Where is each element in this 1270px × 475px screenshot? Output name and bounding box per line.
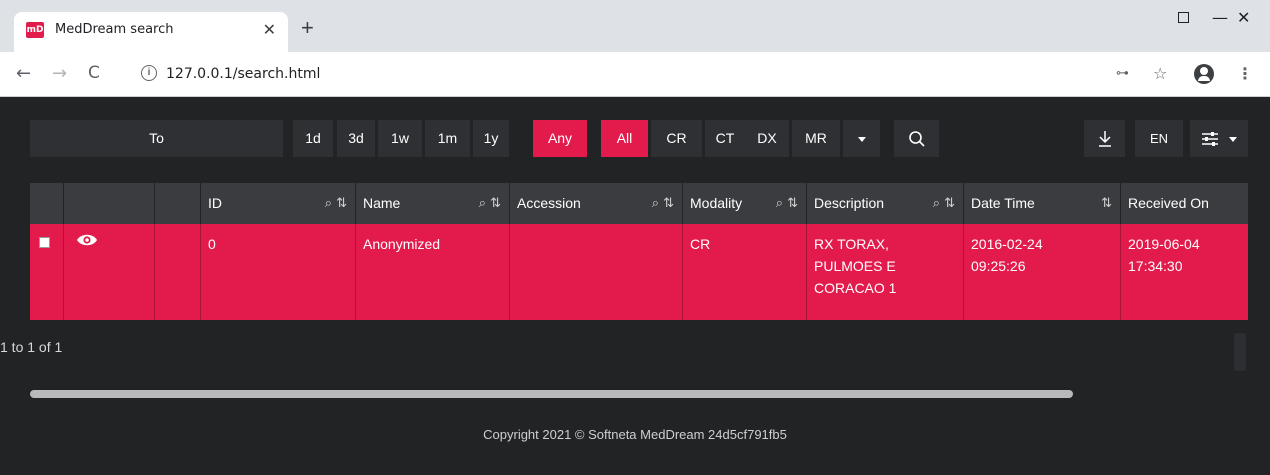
row-time: 09:25:26 — [971, 258, 1026, 274]
row-received-date: 2019-06-04 — [1128, 236, 1200, 252]
search-sort-icon[interactable]: ⌕ ⇅ — [325, 183, 347, 224]
modality-filter-ct[interactable]: CT — [705, 120, 745, 157]
search-sort-icon[interactable]: ⌕ ⇅ — [479, 183, 501, 224]
header-description[interactable]: Description ⌕ ⇅ — [807, 183, 964, 224]
header-modality[interactable]: Modality ⌕ ⇅ — [683, 183, 807, 224]
modality-filter-mr[interactable]: MR — [792, 120, 840, 157]
date-filter-1m[interactable]: 1m — [425, 120, 470, 157]
table-row[interactable]: 0 Anonymized CR RX TORAX, PULMOES E CORA… — [30, 224, 1248, 320]
search-sort-icon[interactable]: ⌕ ⇅ — [652, 183, 674, 224]
sort-icon[interactable]: ⇅ — [1101, 183, 1112, 224]
header-date-time[interactable]: Date Time ⇅ — [964, 183, 1121, 224]
eye-icon[interactable] — [76, 233, 98, 247]
table-header: ID ⌕ ⇅ Name ⌕ ⇅ Accession ⌕ ⇅ Modality ⌕… — [30, 183, 1248, 224]
date-filter-1d[interactable]: 1d — [293, 120, 333, 157]
header-date-time-label: Date Time — [971, 195, 1035, 211]
search-button[interactable] — [894, 120, 939, 157]
settings-button[interactable] — [1190, 120, 1248, 157]
browser-tab[interactable]: mD MedDream search ✕ — [14, 12, 288, 52]
header-modality-label: Modality — [690, 195, 743, 211]
modality-filter-dx[interactable]: DX — [745, 120, 789, 157]
to-date-input[interactable]: To — [30, 120, 283, 157]
download-button[interactable] — [1084, 120, 1125, 157]
row-date: 2016-02-24 — [971, 236, 1043, 252]
reload-icon[interactable]: C — [88, 63, 100, 83]
key-icon[interactable]: ⊶ — [1116, 66, 1129, 81]
row-description-line: RX TORAX, — [814, 236, 889, 252]
profile-icon[interactable] — [1194, 64, 1214, 84]
header-received-on[interactable]: Received On — [1121, 183, 1248, 224]
sliders-icon — [1202, 132, 1219, 147]
tab-title: MedDream search — [55, 22, 174, 37]
row-description-line: PULMOES E — [814, 258, 896, 274]
row-accession — [510, 224, 683, 320]
modality-filter-all[interactable]: All — [601, 120, 648, 157]
search-sort-icon[interactable]: ⌕ ⇅ — [776, 183, 798, 224]
header-received-on-label: Received On — [1128, 195, 1209, 211]
row-actions-cell — [64, 224, 155, 320]
row-modality: CR — [683, 224, 807, 320]
language-button[interactable]: EN — [1135, 120, 1183, 157]
chevron-down-icon — [1228, 136, 1237, 142]
search-icon — [908, 131, 925, 147]
header-accession[interactable]: Accession ⌕ ⇅ — [510, 183, 683, 224]
bookmark-star-icon[interactable]: ☆ — [1153, 64, 1167, 83]
download-icon — [1098, 131, 1111, 148]
header-accession-label: Accession — [517, 195, 581, 211]
date-filter-3d[interactable]: 3d — [337, 120, 375, 157]
close-window-icon[interactable]: ✕ — [1237, 8, 1250, 27]
back-icon[interactable]: ← — [16, 63, 31, 84]
browser-menu-icon[interactable]: ⋮ — [1237, 64, 1253, 83]
date-filter-1y[interactable]: 1y — [473, 120, 509, 157]
site-info-icon[interactable]: i — [141, 65, 157, 81]
header-select — [30, 183, 64, 224]
pager-status: 1 to 1 of 1 — [0, 339, 63, 355]
row-received-on: 2019-06-04 17:34:30 — [1121, 224, 1248, 320]
copyright-footer: Copyright 2021 © Softneta MedDream 24d5c… — [483, 427, 787, 442]
header-actions — [64, 183, 155, 224]
row-description: RX TORAX, PULMOES E CORACAO 1 — [807, 224, 964, 320]
header-blank — [155, 183, 201, 224]
address-bar: ← → C i 127.0.0.1/search.html ⊶ ☆ ⋮ — [0, 52, 1270, 97]
header-id[interactable]: ID ⌕ ⇅ — [201, 183, 356, 224]
header-name[interactable]: Name ⌕ ⇅ — [356, 183, 510, 224]
search-page: To 1d 3d 1w 1m 1y Any All CR CT DX MR EN — [0, 98, 1270, 475]
url-text[interactable]: 127.0.0.1/search.html — [166, 66, 320, 82]
row-name: Anonymized — [356, 224, 510, 320]
header-id-label: ID — [208, 195, 222, 211]
modality-more-dropdown[interactable] — [843, 120, 880, 157]
row-description-line: CORACAO 1 — [814, 280, 897, 296]
new-tab-button[interactable]: + — [301, 17, 314, 39]
date-filter-1w[interactable]: 1w — [378, 120, 422, 157]
row-date-time: 2016-02-24 09:25:26 — [964, 224, 1121, 320]
horizontal-scrollbar[interactable] — [30, 390, 1073, 398]
row-received-time: 17:34:30 — [1128, 258, 1183, 274]
search-sort-icon[interactable]: ⌕ ⇅ — [933, 183, 955, 224]
browser-tab-bar: mD MedDream search ✕ + — ✕ — [0, 0, 1270, 52]
maximize-icon[interactable] — [1178, 12, 1189, 23]
omnibox[interactable]: i 127.0.0.1/search.html — [127, 59, 1107, 90]
minimize-icon[interactable]: — — [1212, 8, 1228, 27]
row-select-cell — [30, 224, 64, 320]
date-filter-any[interactable]: Any — [533, 120, 587, 157]
meddream-favicon-icon: mD — [26, 22, 44, 38]
chevron-down-icon — [857, 136, 866, 142]
row-blank-cell — [155, 224, 201, 320]
forward-icon[interactable]: → — [52, 63, 67, 84]
modality-filter-cr[interactable]: CR — [651, 120, 702, 157]
row-id: 0 — [201, 224, 356, 320]
close-tab-icon[interactable]: ✕ — [263, 20, 276, 40]
header-name-label: Name — [363, 195, 401, 211]
header-description-label: Description — [814, 195, 885, 211]
row-checkbox[interactable] — [39, 237, 50, 248]
vertical-scrollbar[interactable] — [1234, 333, 1246, 371]
